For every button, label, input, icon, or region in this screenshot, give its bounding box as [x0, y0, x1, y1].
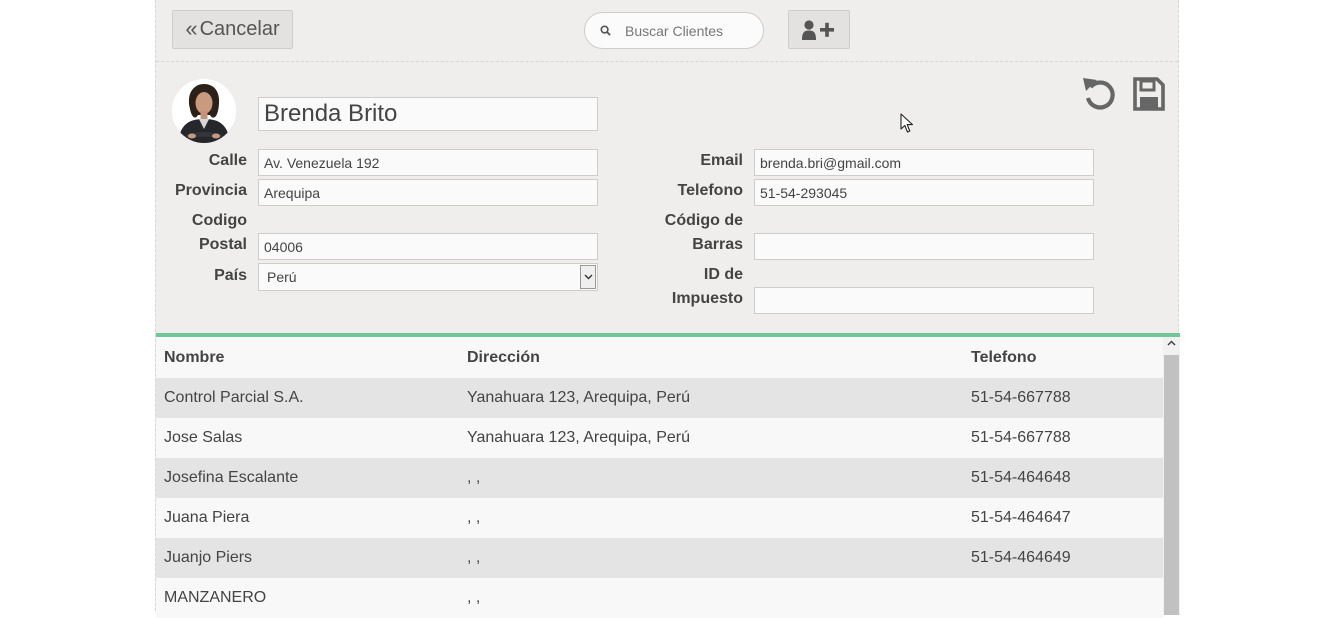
column-header-nombre[interactable]: Nombre [164, 349, 224, 367]
label-pais: País [214, 267, 247, 284]
country-select-value: Perú [267, 269, 297, 285]
table-body: Control Parcial S.A. Yanahuara 123, Areq… [156, 378, 1163, 618]
scroll-up-arrow-icon[interactable] [1167, 340, 1176, 346]
scrollbar-thumb[interactable] [1164, 355, 1179, 615]
postal-code-input[interactable] [258, 233, 598, 260]
label-codigo-barras-line2: Barras [692, 236, 743, 253]
cell-nombre: Juana Piera [164, 509, 250, 526]
add-customer-button[interactable] [788, 10, 850, 49]
cell-nombre: Jose Salas [164, 429, 243, 446]
cell-direccion: , , [467, 509, 481, 526]
barcode-input[interactable] [754, 233, 1094, 260]
cell-telefono: 51-54-667788 [971, 429, 1071, 446]
add-user-icon [802, 19, 834, 40]
tax-id-input[interactable] [754, 287, 1094, 314]
search-icon [600, 25, 611, 36]
table-header: Nombre Dirección Telefono [156, 337, 1163, 378]
cell-nombre: Josefina Escalante [164, 469, 299, 486]
chevron-down-icon[interactable] [580, 265, 596, 289]
cell-telefono: 51-54-464649 [971, 549, 1071, 566]
province-input[interactable] [258, 179, 598, 206]
street-input[interactable] [258, 149, 598, 176]
customer-panel: « Cancelar Buscar Clientes Brenda Brito … [155, 0, 1180, 618]
customers-table: Nombre Dirección Telefono Control Parcia… [156, 333, 1180, 618]
top-toolbar: « Cancelar [156, 0, 1178, 62]
cell-direccion: Yanahuara 123, Arequipa, Perú [467, 389, 690, 406]
table-row[interactable]: Juana Piera , , 51-54-464647 [156, 498, 1163, 538]
label-codigo-postal-line1: Codigo [191, 212, 247, 229]
table-row[interactable]: Juanjo Piers , , 51-54-464649 [156, 538, 1163, 578]
double-chevron-left-icon: « [185, 15, 198, 41]
label-calle: Calle [208, 152, 247, 169]
table-scrollbar[interactable] [1163, 337, 1180, 615]
phone-input[interactable] [754, 179, 1094, 206]
label-codigo-postal-line2: Postal [198, 236, 247, 253]
table-row[interactable]: MANZANERO , , [156, 578, 1163, 618]
search-box[interactable] [584, 12, 764, 49]
table-row[interactable]: Josefina Escalante , , 51-54-464648 [156, 458, 1163, 498]
cancel-button[interactable]: « Cancelar [172, 10, 293, 49]
label-codigo-barras-line1: Código de [664, 212, 743, 229]
cell-nombre: Control Parcial S.A. [164, 389, 304, 406]
cell-direccion: , , [467, 589, 481, 606]
cell-direccion: , , [467, 549, 481, 566]
label-provincia: Provincia [174, 182, 247, 199]
save-button[interactable] [1132, 76, 1166, 117]
cell-telefono: 51-54-464647 [971, 509, 1071, 526]
cell-nombre: MANZANERO [164, 589, 267, 606]
cell-telefono: 51-54-464648 [971, 469, 1071, 486]
email-input[interactable] [754, 149, 1094, 176]
cell-telefono: 51-54-667788 [971, 389, 1071, 406]
cancel-button-label: Cancelar [199, 18, 280, 40]
label-telefono: Telefono [677, 182, 743, 199]
column-header-direccion[interactable]: Dirección [467, 349, 540, 367]
cell-direccion: , , [467, 469, 481, 486]
undo-button[interactable] [1082, 76, 1116, 117]
avatar [172, 79, 236, 143]
cell-nombre: Juanjo Piers [164, 549, 253, 566]
table-row[interactable]: Control Parcial S.A. Yanahuara 123, Areq… [156, 378, 1163, 418]
undo-icon [1083, 78, 1115, 110]
mouse-cursor-icon [900, 113, 914, 133]
label-email: Email [700, 152, 743, 169]
search-input[interactable] [623, 21, 757, 40]
save-icon [1133, 77, 1165, 111]
cell-direccion: Yanahuara 123, Arequipa, Perú [467, 429, 690, 446]
label-id-impuesto-line2: Impuesto [671, 290, 743, 307]
table-row[interactable]: Jose Salas Yanahuara 123, Arequipa, Perú… [156, 418, 1163, 458]
column-header-telefono[interactable]: Telefono [971, 349, 1036, 367]
country-select[interactable]: Perú [258, 263, 598, 291]
label-id-impuesto-line1: ID de [703, 266, 743, 283]
customer-name-input[interactable] [258, 97, 598, 131]
